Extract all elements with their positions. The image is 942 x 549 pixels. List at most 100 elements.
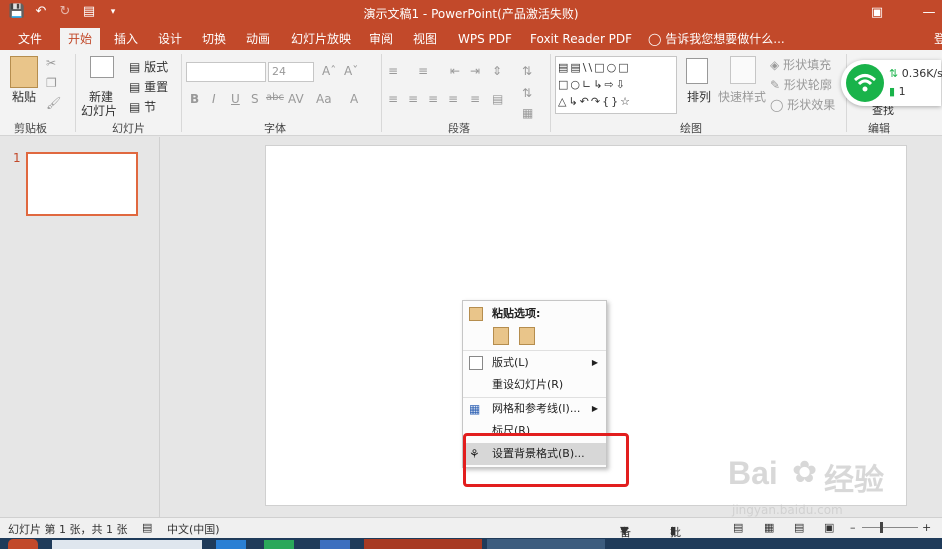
tab-view[interactable]: 视图: [405, 28, 445, 50]
tab-signin[interactable]: 登: [926, 28, 942, 50]
language-indicator[interactable]: 中文(中国): [167, 521, 220, 537]
cut-icon[interactable]: ✂: [46, 56, 56, 70]
italic-button[interactable]: I: [212, 92, 216, 106]
submenu-arrow-icon: ▶: [591, 358, 598, 367]
align-left-icon[interactable]: ≡: [388, 92, 398, 106]
copy-icon[interactable]: ❐: [46, 76, 57, 90]
align-center-icon[interactable]: ≡: [408, 92, 418, 106]
slideshow-view-icon[interactable]: ▣: [824, 521, 834, 534]
char-spacing-button[interactable]: AV: [288, 92, 304, 106]
slide-sorter-icon[interactable]: ▦: [764, 521, 774, 534]
tab-insert[interactable]: 插入: [106, 28, 146, 50]
reset-button[interactable]: ▤ 重置: [129, 78, 168, 95]
quick-styles-button[interactable]: 快速样式: [718, 88, 766, 105]
tab-wps-pdf[interactable]: WPS PDF: [450, 28, 520, 50]
arrange-button[interactable]: 排列: [687, 88, 711, 105]
convert-smartart-icon[interactable]: ▦: [522, 106, 533, 120]
zoom-slider[interactable]: [862, 527, 918, 528]
watermark-url: jingyan.baidu.com: [732, 503, 843, 517]
new-slide-label-2[interactable]: 幻灯片: [81, 102, 117, 119]
paste-options-header: 粘贴选项:: [463, 303, 606, 325]
increase-indent-icon[interactable]: ⇥: [470, 64, 480, 78]
paste-picture-icon[interactable]: [519, 327, 535, 345]
ribbon-display-icon[interactable]: ▣: [864, 0, 890, 26]
group-label-slides: 幻灯片: [112, 122, 145, 135]
outline-icon: ✎: [770, 78, 781, 92]
taskbar-search-box[interactable]: [52, 540, 202, 549]
tab-transitions[interactable]: 切换: [194, 28, 234, 50]
text-direction-icon[interactable]: ⇅: [522, 64, 532, 78]
font-color-icon[interactable]: A: [350, 92, 358, 106]
layout-button[interactable]: ▤ 版式: [129, 58, 168, 75]
paste-keep-formatting-icon[interactable]: [493, 327, 509, 345]
shape-row-1: ▤▤\\□○□: [558, 61, 631, 74]
taskbar-app-icon[interactable]: [487, 539, 605, 549]
battery-icon: ▮: [889, 85, 896, 98]
tab-design[interactable]: 设计: [150, 28, 190, 50]
format-painter-icon[interactable]: 🖌: [46, 96, 61, 110]
taskbar-app-icon[interactable]: [320, 540, 350, 549]
font-name-input[interactable]: [186, 62, 266, 82]
justify-icon[interactable]: ≡: [448, 92, 458, 106]
change-case-button[interactable]: Aa: [316, 92, 332, 106]
numbering-icon[interactable]: ≡: [418, 64, 428, 78]
shapes-gallery[interactable]: ▤▤\\□○□ □○∟↳⇨⇩ △↳↶↷{}☆: [555, 56, 677, 114]
spellcheck-icon[interactable]: ▤: [142, 521, 152, 534]
shadow-button[interactable]: S: [251, 92, 259, 106]
underline-button[interactable]: U: [231, 92, 240, 106]
shape-fill-button[interactable]: ◈ 形状填充: [770, 56, 831, 73]
bold-button[interactable]: B: [190, 92, 199, 106]
taskbar-powerpoint[interactable]: [364, 539, 482, 549]
shape-outline-button[interactable]: ✎ 形状轮廓: [770, 76, 832, 93]
reading-view-icon[interactable]: ▤: [794, 521, 804, 534]
window-title: 演示文稿1 - PowerPoint(产品激活失败): [363, 7, 579, 21]
quick-styles-icon[interactable]: [730, 56, 756, 84]
zoom-slider-handle[interactable]: [880, 522, 883, 533]
menu-item-reset-slide[interactable]: 重设幻灯片(R): [463, 374, 606, 396]
tab-tell-me[interactable]: ◯ 告诉我您想要做什么...: [640, 28, 793, 50]
new-slide-icon[interactable]: [90, 56, 114, 78]
slide-thumbnail[interactable]: [26, 152, 138, 216]
increase-font-icon[interactable]: Aˆ: [322, 64, 336, 78]
paste-icon[interactable]: [10, 56, 38, 88]
device-count: ▮ 1: [889, 85, 906, 98]
minimize-icon[interactable]: —: [916, 0, 942, 26]
network-speed-widget[interactable]: ⇅ 0.36K/s ▮ 1: [841, 60, 942, 106]
align-right-icon[interactable]: ≡: [428, 92, 438, 106]
menu-item-grid-guides[interactable]: ▦ 网格和参考线(I)... ▶: [463, 398, 606, 420]
fill-icon: ◈: [770, 58, 780, 72]
lightbulb-icon: ◯: [648, 32, 662, 46]
shape-effects-button[interactable]: ◯ 形状效果: [770, 96, 835, 113]
align-text-icon[interactable]: ⇅: [522, 86, 532, 100]
zoom-in-icon[interactable]: +: [922, 521, 931, 534]
tab-animations[interactable]: 动画: [238, 28, 278, 50]
clipboard-icon: [469, 307, 483, 321]
decrease-font-icon[interactable]: Aˇ: [344, 64, 358, 78]
bullets-icon[interactable]: ≡: [388, 64, 398, 78]
section-button[interactable]: ▤ 节: [129, 98, 156, 115]
taskbar-app-icon[interactable]: [216, 540, 246, 549]
start-button[interactable]: [8, 539, 38, 549]
zoom-out-icon[interactable]: –: [850, 521, 856, 534]
tab-slideshow[interactable]: 幻灯片放映: [283, 28, 359, 50]
group-divider: [75, 54, 76, 132]
paste-button[interactable]: 粘贴: [12, 88, 36, 105]
distribute-icon[interactable]: ≡: [470, 92, 480, 106]
tab-review[interactable]: 审阅: [361, 28, 401, 50]
normal-view-icon[interactable]: ▤: [733, 521, 743, 534]
line-spacing-icon[interactable]: ⇕: [492, 64, 502, 78]
font-size-input[interactable]: 24: [268, 62, 314, 82]
menu-item-layout[interactable]: 版式(L) ▶: [463, 352, 606, 374]
tab-file[interactable]: 文件: [10, 28, 50, 50]
upload-speed: ⇅ 0.36K/s: [889, 67, 942, 80]
tab-foxit-pdf[interactable]: Foxit Reader PDF: [522, 28, 640, 50]
arrange-icon[interactable]: [686, 58, 708, 84]
tab-home[interactable]: 开始: [60, 28, 101, 50]
group-label-clipboard: 剪贴板: [14, 122, 47, 135]
columns-icon[interactable]: ▤: [492, 92, 503, 106]
layout-icon: ▤: [129, 60, 141, 74]
taskbar-app-icon[interactable]: [264, 540, 294, 549]
decrease-indent-icon[interactable]: ⇤: [450, 64, 460, 78]
ribbon-tabs: 文件 开始 插入 设计 切换 动画 幻灯片放映 审阅 视图 WPS PDF Fo…: [0, 26, 942, 50]
strikethrough-button[interactable]: abc: [266, 92, 284, 103]
